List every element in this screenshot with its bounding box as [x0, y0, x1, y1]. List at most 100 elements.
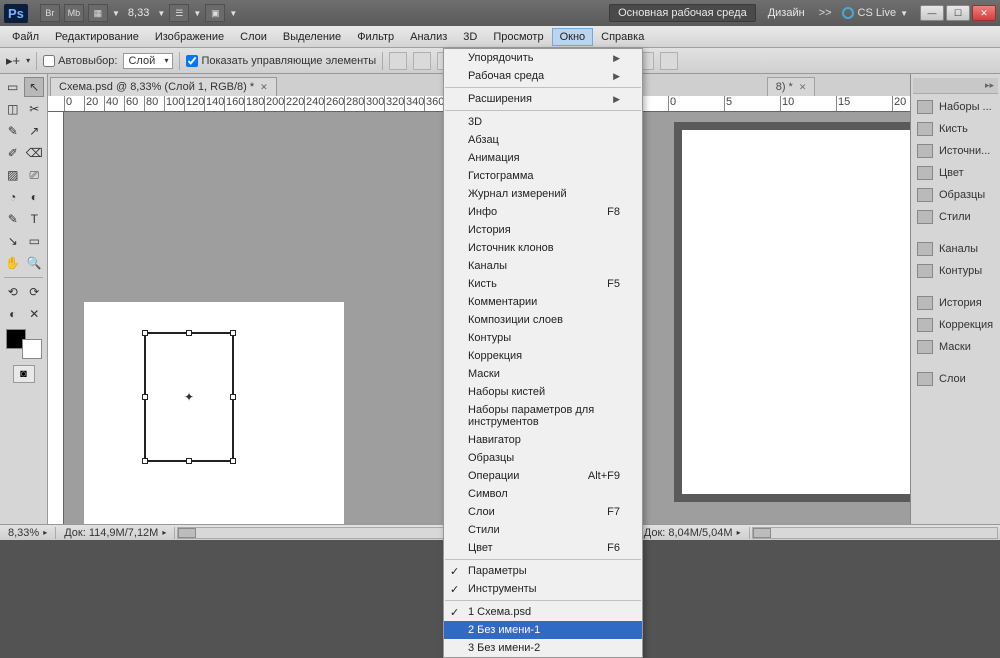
- menu-item[interactable]: Маски: [444, 365, 642, 383]
- tool-button[interactable]: ▭: [3, 77, 22, 97]
- zoom-level[interactable]: 8,33%▸: [0, 527, 56, 539]
- menu-item[interactable]: Источник клонов: [444, 239, 642, 257]
- panel-item[interactable]: Источни...: [913, 140, 998, 162]
- tool-button[interactable]: T: [25, 209, 45, 229]
- close-icon[interactable]: ✕: [799, 82, 807, 93]
- menu-справка[interactable]: Справка: [593, 28, 652, 46]
- panel-item[interactable]: Слои: [913, 368, 998, 390]
- scrollbar-h[interactable]: [752, 527, 998, 539]
- menu-item[interactable]: Коррекция: [444, 347, 642, 365]
- menu-item[interactable]: Наборы кистей: [444, 383, 642, 401]
- menu-item[interactable]: Навигатор: [444, 431, 642, 449]
- panel-item[interactable]: Кисть: [913, 118, 998, 140]
- scrollbar-thumb[interactable]: [178, 528, 196, 538]
- menu-item[interactable]: ОперацииAlt+F9: [444, 467, 642, 485]
- tool-button[interactable]: ◐: [3, 304, 23, 324]
- align-icon[interactable]: [413, 52, 431, 70]
- color-swatch[interactable]: [6, 329, 42, 359]
- tool-button[interactable]: ✎: [3, 121, 23, 141]
- document-canvas-1[interactable]: ✦: [84, 302, 344, 524]
- quickmask-button[interactable]: ◙: [13, 365, 35, 383]
- tool-button[interactable]: ⟲: [3, 282, 23, 302]
- menu-item[interactable]: Символ: [444, 485, 642, 503]
- toolbar-btn-extra[interactable]: ▣: [205, 4, 225, 22]
- toolbar-btn-mb[interactable]: Mb: [64, 4, 84, 22]
- menu-фильтр[interactable]: Фильтр: [349, 28, 402, 46]
- tool-button[interactable]: ↗: [25, 121, 45, 141]
- doc-size[interactable]: Док: 114,9M/7,12M▸: [56, 527, 175, 539]
- panel-item[interactable]: Стили: [913, 206, 998, 228]
- menu-item[interactable]: ✓Параметры: [444, 562, 642, 580]
- maximize-button[interactable]: ☐: [946, 5, 970, 21]
- menu-выделение[interactable]: Выделение: [275, 28, 349, 46]
- menu-3d[interactable]: 3D: [455, 28, 485, 46]
- align-icon[interactable]: [389, 52, 407, 70]
- menu-просмотр[interactable]: Просмотр: [485, 28, 551, 46]
- scrollbar-thumb[interactable]: [753, 528, 771, 538]
- tool-button[interactable]: ⌫: [25, 143, 45, 163]
- doc-size[interactable]: Док: 8,04M/5,04M▸: [636, 527, 750, 539]
- menu-item[interactable]: 3 Без имени-2: [444, 639, 642, 657]
- tool-button[interactable]: 🔍: [25, 253, 45, 273]
- menu-item[interactable]: Контуры: [444, 329, 642, 347]
- menu-item[interactable]: Журнал измерений: [444, 185, 642, 203]
- chevron-down-icon[interactable]: ▼: [227, 9, 239, 18]
- menu-item[interactable]: КистьF5: [444, 275, 642, 293]
- menu-item[interactable]: Наборы параметров для инструментов: [444, 401, 642, 431]
- workspace-main[interactable]: Основная рабочая среда: [609, 4, 756, 22]
- menu-item[interactable]: Анимация: [444, 149, 642, 167]
- panel-item[interactable]: Образцы: [913, 184, 998, 206]
- panel-item[interactable]: Каналы: [913, 238, 998, 260]
- menu-редактирование[interactable]: Редактирование: [47, 28, 147, 46]
- menu-item[interactable]: Гистограмма: [444, 167, 642, 185]
- tool-button[interactable]: ◐: [25, 187, 45, 207]
- menu-item[interactable]: ✓1 Схема.psd: [444, 603, 642, 621]
- tool-button[interactable]: ✕: [25, 304, 45, 324]
- menu-item[interactable]: Абзац: [444, 131, 642, 149]
- menu-слои[interactable]: Слои: [232, 28, 275, 46]
- autoselect-dropdown[interactable]: Слой▾: [123, 53, 173, 69]
- menu-файл[interactable]: Файл: [4, 28, 47, 46]
- menu-item[interactable]: ИнфоF8: [444, 203, 642, 221]
- autoselect-check[interactable]: Автовыбор:: [43, 55, 117, 67]
- tool-button[interactable]: ↘: [3, 231, 23, 251]
- menu-item[interactable]: 3D: [444, 113, 642, 131]
- menu-item[interactable]: СлоиF7: [444, 503, 642, 521]
- menu-изображение[interactable]: Изображение: [147, 28, 232, 46]
- panel-item[interactable]: Маски: [913, 336, 998, 358]
- tool-button[interactable]: ⎚: [25, 165, 45, 185]
- close-button[interactable]: ✕: [972, 5, 996, 21]
- menu-окно[interactable]: Окно: [552, 28, 594, 46]
- menu-item[interactable]: Расширения▶: [444, 90, 642, 108]
- chevron-down-icon[interactable]: ▼: [191, 9, 203, 18]
- background-color[interactable]: [22, 339, 42, 359]
- menu-item[interactable]: 2 Без имени-1: [444, 621, 642, 639]
- dist-icon[interactable]: [660, 52, 678, 70]
- menu-item[interactable]: Композиции слоев: [444, 311, 642, 329]
- tool-button[interactable]: ▨: [3, 165, 23, 185]
- menu-item[interactable]: Комментарии: [444, 293, 642, 311]
- menu-item[interactable]: ЦветF6: [444, 539, 642, 557]
- chevron-down-icon[interactable]: ▼: [155, 9, 167, 18]
- tool-button[interactable]: ◔: [3, 187, 23, 207]
- menu-item[interactable]: Упорядочить▶: [444, 49, 642, 67]
- tool-button[interactable]: ✂: [25, 99, 45, 119]
- menu-item[interactable]: ✓Инструменты: [444, 580, 642, 598]
- panel-item[interactable]: История: [913, 292, 998, 314]
- tool-button[interactable]: ◫: [3, 99, 23, 119]
- menu-item[interactable]: Стили: [444, 521, 642, 539]
- document-canvas-2[interactable]: [674, 122, 910, 502]
- menu-item[interactable]: История: [444, 221, 642, 239]
- menu-item[interactable]: Каналы: [444, 257, 642, 275]
- menu-item[interactable]: Рабочая среда▶: [444, 67, 642, 85]
- workspace-more[interactable]: >>: [819, 7, 832, 19]
- doc-tab[interactable]: Схема.psd @ 8,33% (Слой 1, RGB/8) *✕: [50, 77, 277, 96]
- chevron-down-icon[interactable]: ▼: [110, 9, 122, 18]
- toolbar-btn-grid[interactable]: ▦: [88, 4, 108, 22]
- toolbar-btn-br[interactable]: Br: [40, 4, 60, 22]
- panel-item[interactable]: Контуры: [913, 260, 998, 282]
- transform-selection[interactable]: ✦: [144, 332, 234, 462]
- tool-button[interactable]: ✎: [3, 209, 23, 229]
- tool-button[interactable]: ↖: [24, 77, 44, 97]
- workspace-design[interactable]: Дизайн: [760, 5, 813, 21]
